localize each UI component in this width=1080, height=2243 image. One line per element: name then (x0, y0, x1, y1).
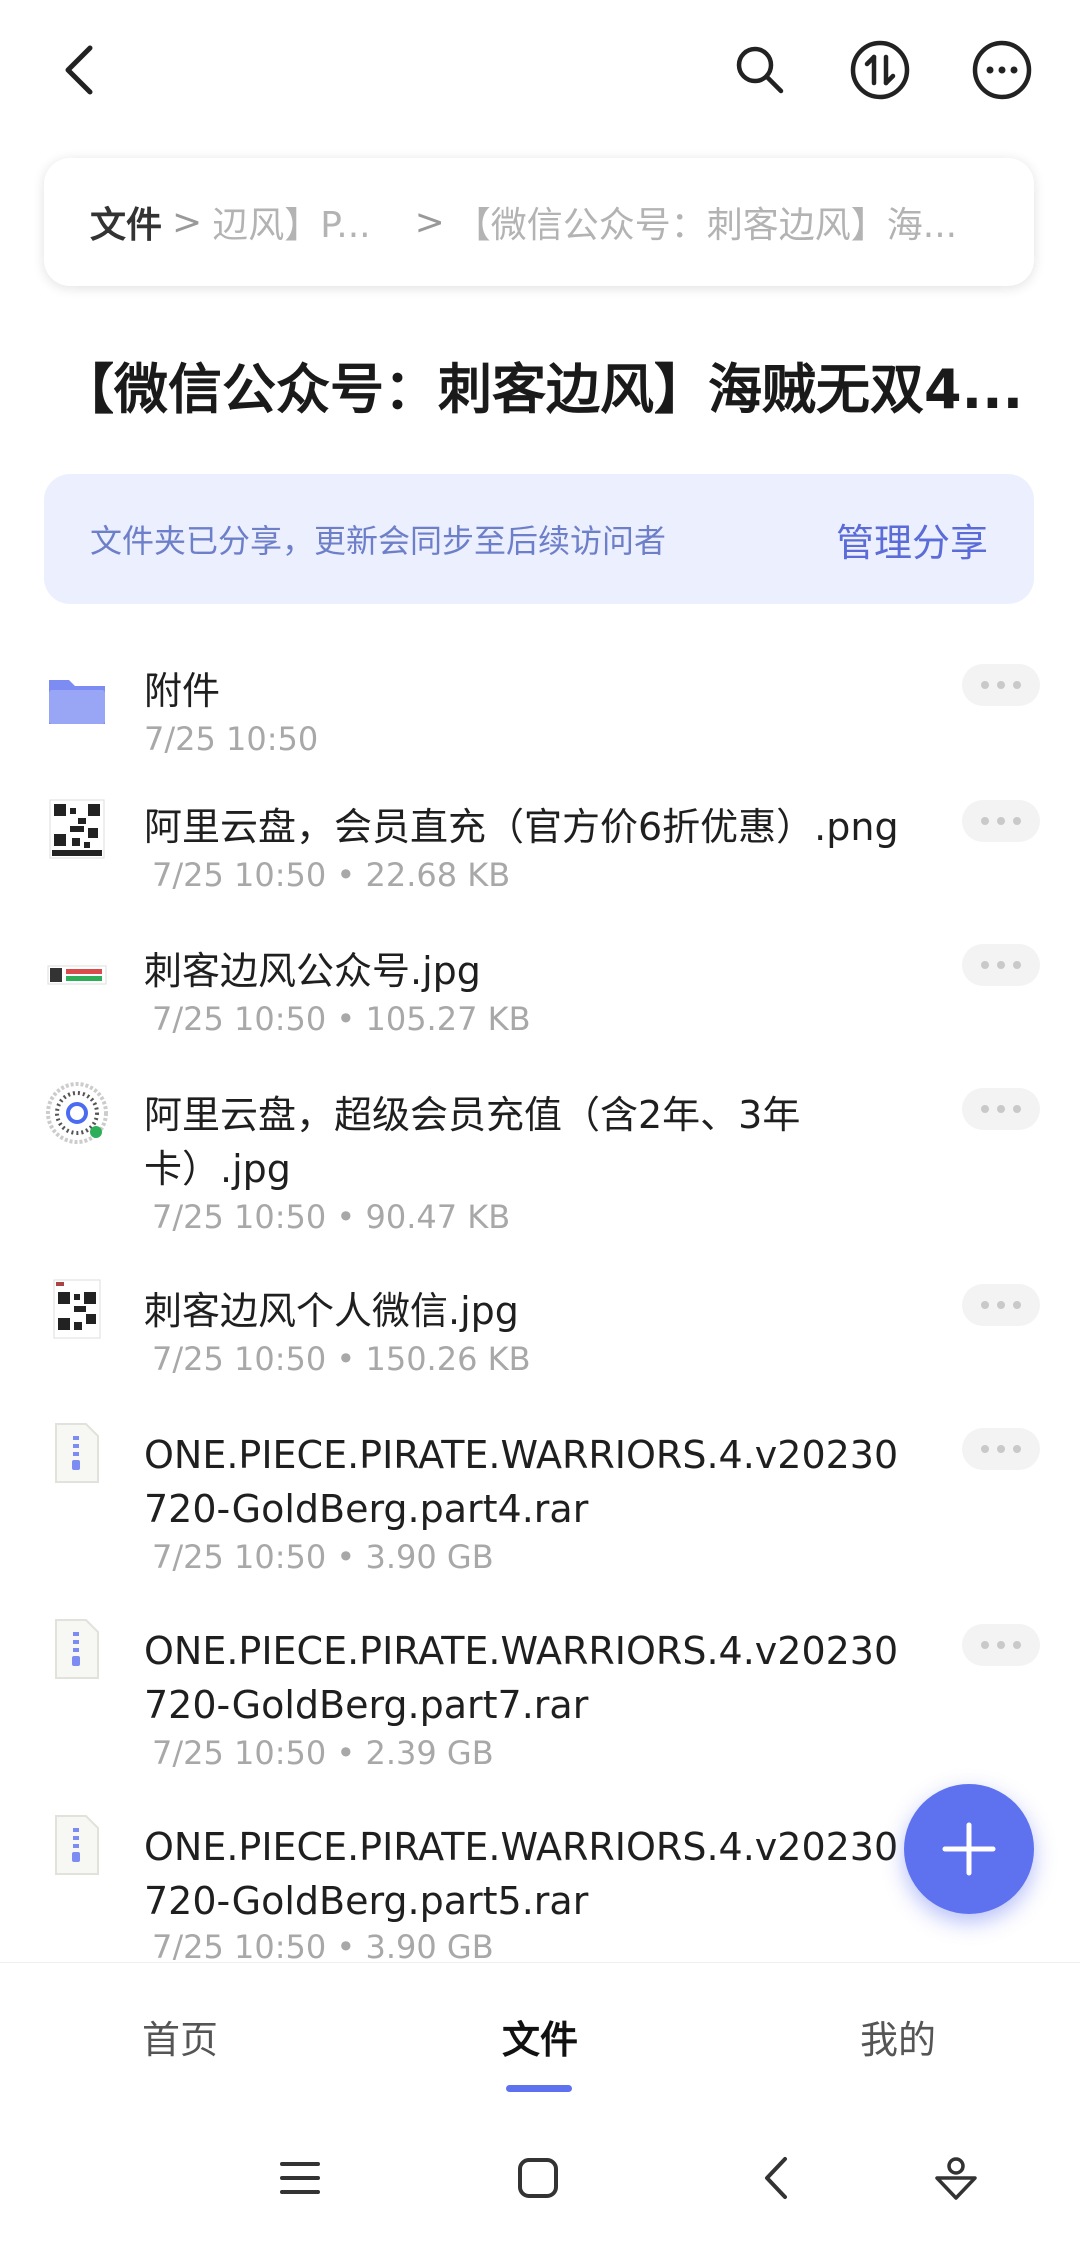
file-meta: 7/25 10:50 • 90.47 KB (152, 1198, 511, 1236)
breadcrumb: 文件 > 辺风】P... > 【微信公众号：刺客边风】海... (44, 158, 1034, 286)
item-more-button[interactable] (962, 1624, 1040, 1666)
plus-icon (942, 1822, 996, 1876)
file-meta: 7/25 10:50 • 2.39 GB (152, 1734, 494, 1772)
bottom-tab-bar: 首页 文件 我的 (0, 1962, 1080, 2113)
sort-updown-icon (850, 40, 910, 100)
file-name: 附件 (144, 669, 221, 713)
page-title: 【微信公众号：刺客边风】海贼无双4... (60, 358, 1024, 421)
file-meta: 7/25 10:50 • 22.68 KB (152, 856, 511, 894)
item-more-button[interactable] (962, 1284, 1040, 1326)
home-button[interactable] (508, 2148, 568, 2208)
breadcrumb-separator: > (172, 201, 203, 243)
chevron-left-icon (65, 45, 93, 95)
list-item[interactable]: 阿里云盘，超级会员充值（含2年、3年卡）.jpg 7/25 10:50 • 90… (0, 1078, 1080, 1258)
archive-file-icon (55, 1815, 99, 1875)
qr-image-icon (53, 1279, 101, 1339)
file-name: ONE.PIECE.PIRATE.WARRIORS.4.v20230720-Go… (144, 1433, 899, 1531)
breadcrumb-item[interactable]: 辺风】P... (212, 196, 370, 248)
file-name: 阿里云盘，会员直充（官方价6折优惠）.png (144, 805, 899, 849)
list-item[interactable]: ONE.PIECE.PIRATE.WARRIORS.4.v20230720-Go… (0, 1418, 1080, 1598)
tab-mine[interactable]: 我的 (860, 2009, 936, 2064)
more-button[interactable] (962, 30, 1042, 110)
recent-apps-button[interactable] (270, 2148, 330, 2208)
back-button[interactable] (40, 30, 120, 110)
list-item[interactable]: 刺客边风个人微信.jpg 7/25 10:50 • 150.26 KB (0, 1274, 1080, 1394)
system-back-button[interactable] (746, 2148, 806, 2208)
breadcrumb-root[interactable]: 文件 (90, 196, 162, 248)
top-bar (0, 0, 1080, 140)
add-button[interactable] (904, 1784, 1034, 1914)
item-more-button[interactable] (962, 664, 1040, 706)
archive-file-icon (55, 1619, 99, 1679)
file-meta: 7/25 10:50 • 3.90 GB (152, 1538, 494, 1576)
back-icon (765, 2157, 787, 2199)
file-name: ONE.PIECE.PIRATE.WARRIORS.4.v20230720-Go… (144, 1825, 899, 1923)
item-more-button[interactable] (962, 1428, 1040, 1470)
item-more-button[interactable] (962, 800, 1040, 842)
list-item[interactable]: ONE.PIECE.PIRATE.WARRIORS.4.v20230720-Go… (0, 1614, 1080, 1794)
file-name: 刺客边风个人微信.jpg (144, 1289, 519, 1333)
share-notice-text: 文件夹已分享，更新会同步至后续访问者 (90, 522, 667, 560)
tab-home[interactable]: 首页 (142, 2009, 218, 2064)
item-more-button[interactable] (962, 944, 1040, 986)
list-item[interactable]: 刺客边风公众号.jpg 7/25 10:50 • 105.27 KB (0, 934, 1080, 1054)
folder-icon (49, 680, 105, 724)
banner-image-icon (47, 965, 107, 985)
item-more-button[interactable] (962, 1088, 1040, 1130)
file-meta: 7/25 10:50 (144, 720, 319, 758)
file-name: 阿里云盘，超级会员充值（含2年、3年卡）.jpg (144, 1093, 801, 1191)
manage-share-link[interactable]: 管理分享 (836, 512, 988, 567)
archive-file-icon (55, 1423, 99, 1483)
system-navigation-bar (0, 2112, 1080, 2243)
breadcrumb-current[interactable]: 【微信公众号：刺客边风】海... (455, 196, 957, 248)
file-meta: 7/25 10:50 • 150.26 KB (152, 1340, 531, 1378)
list-item[interactable]: 阿里云盘，会员直充（官方价6折优惠）.png 7/25 10:50 • 22.6… (0, 790, 1080, 910)
file-meta: 7/25 10:50 • 3.90 GB (152, 1928, 494, 1960)
active-tab-indicator (506, 2085, 572, 2092)
search-button[interactable] (720, 30, 800, 110)
mini-program-code-icon (46, 1082, 108, 1144)
file-name: ONE.PIECE.PIRATE.WARRIORS.4.v20230720-Go… (144, 1629, 899, 1727)
breadcrumb-separator: > (414, 201, 445, 243)
search-icon (736, 46, 784, 94)
assistant-icon (935, 2157, 977, 2200)
assistant-button[interactable] (926, 2148, 986, 2208)
list-item[interactable]: 附件 7/25 10:50 (0, 654, 1080, 774)
share-banner: 文件夹已分享，更新会同步至后续访问者 管理分享 (44, 474, 1034, 604)
transfer-button[interactable] (840, 30, 920, 110)
file-name: 刺客边风公众号.jpg (144, 949, 481, 993)
home-square-icon (518, 2158, 558, 2198)
more-horizontal-icon (972, 40, 1032, 100)
file-meta: 7/25 10:50 • 105.27 KB (152, 1000, 531, 1038)
qr-image-icon (49, 799, 105, 859)
menu-icon (280, 2162, 320, 2194)
tab-files[interactable]: 文件 (502, 2009, 578, 2064)
